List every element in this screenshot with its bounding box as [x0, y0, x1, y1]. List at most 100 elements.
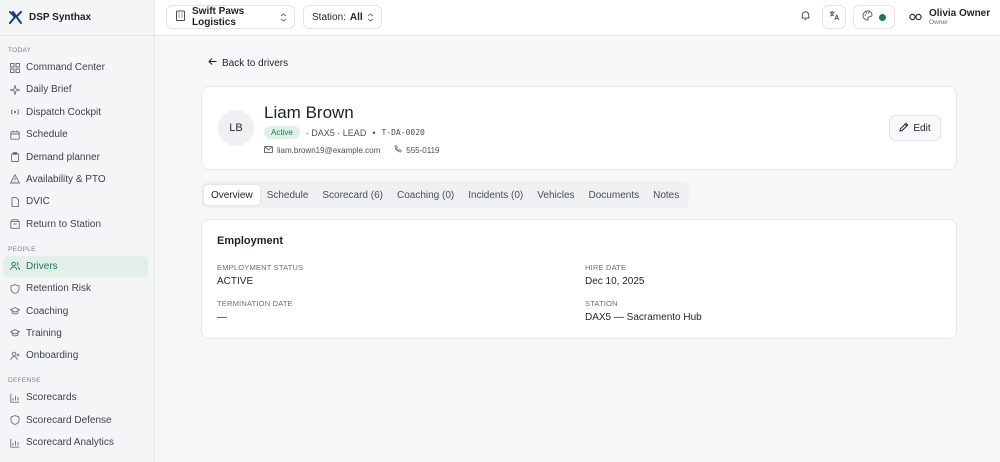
sidebar-item-availability[interactable]: Availability & PTO — [3, 169, 148, 190]
station-label: Station: — [312, 11, 346, 23]
file-icon — [10, 196, 20, 207]
sidebar-item-daily-brief[interactable]: Daily Brief — [3, 79, 148, 100]
chevron-up-down-icon — [367, 12, 374, 22]
org-select[interactable]: Swift Paws Logistics — [166, 5, 295, 29]
bullet-separator: • — [372, 127, 376, 138]
sidebar-item-drivers[interactable]: Drivers — [3, 255, 148, 277]
sidebar-item-training[interactable]: Training — [3, 323, 148, 344]
calendar-icon — [10, 130, 20, 140]
graduation-icon — [10, 306, 20, 316]
driver-name: Liam Brown — [264, 103, 354, 122]
user-menu[interactable]: Olivia Owner Owner — [909, 5, 990, 29]
tab-scorecard[interactable]: Scorecard (6) — [315, 185, 390, 205]
brand[interactable]: DSP Synthax — [0, 0, 154, 36]
sidebar-item-label: Retention Risk — [26, 283, 92, 295]
sidebar: DSP Synthax TODAY Command Center Daily B… — [0, 0, 155, 462]
user-role: Owner — [929, 18, 949, 26]
tab-documents[interactable]: Documents — [582, 185, 647, 205]
mail-icon — [264, 145, 273, 155]
sidebar-item-label: Onboarding — [26, 350, 79, 362]
edit-button[interactable]: Edit — [889, 115, 941, 141]
driver-phone[interactable]: 555-0119 — [406, 146, 439, 155]
grid-icon — [10, 62, 20, 73]
theme-status-button[interactable] — [853, 5, 895, 29]
sidebar-item-schedule[interactable]: Schedule — [3, 124, 148, 145]
sidebar-item-label: Daily Brief — [26, 84, 72, 96]
sidebar-item-command-center[interactable]: Command Center — [3, 57, 148, 78]
hire-date-value: Dec 10, 2025 — [585, 276, 645, 287]
sidebar-item-label: Command Center — [26, 62, 105, 73]
driver-id: T-DA-0020 — [381, 128, 425, 137]
station-select[interactable]: Station: All — [303, 5, 382, 29]
driver-email[interactable]: liam.brown19@example.com — [277, 146, 380, 155]
graduation-icon — [10, 328, 20, 338]
pencil-icon — [899, 122, 909, 135]
sidebar-item-label: Training — [26, 327, 62, 339]
driver-profile-card: LB Liam Brown Active · DAX5 · LEAD • T-D… — [201, 86, 957, 170]
clipboard-icon — [10, 152, 20, 163]
station-field-value: DAX5 — Sacramento Hub — [585, 312, 702, 323]
sidebar-item-scorecard-defense[interactable]: Scorecard Defense — [3, 410, 148, 431]
sidebar-item-label: Dispatch Cockpit — [26, 106, 102, 118]
translate-icon — [829, 8, 840, 26]
section-title: Employment — [217, 235, 284, 247]
building-icon — [175, 10, 186, 24]
language-button[interactable] — [822, 5, 846, 29]
nav-section-defense: DEFENSE — [8, 377, 41, 385]
sidebar-item-return-to-station[interactable]: Return to Station — [3, 214, 148, 235]
tab-incidents[interactable]: Incidents (0) — [461, 185, 530, 205]
user-name: Olivia Owner — [929, 7, 991, 19]
sidebar-item-label: Demand planner — [26, 151, 100, 163]
employment-card: Employment EMPLOYMENT STATUS ACTIVE HIRE… — [201, 219, 957, 339]
brand-name: DSP Synthax — [29, 12, 92, 23]
arrow-left-icon — [208, 57, 217, 69]
tab-overview[interactable]: Overview — [204, 185, 260, 205]
users-icon — [10, 261, 20, 271]
sidebar-item-scorecards[interactable]: Scorecards — [3, 387, 148, 408]
sidebar-item-dvic[interactable]: DVIC — [3, 191, 148, 212]
back-to-drivers-link[interactable]: Back to drivers — [208, 57, 288, 69]
brand-logo-icon — [9, 11, 22, 24]
sidebar-item-label: Scorecards — [26, 392, 77, 404]
sparkles-icon — [10, 84, 20, 95]
back-link-label: Back to drivers — [222, 57, 289, 69]
tab-notes[interactable]: Notes — [646, 185, 686, 205]
station-value: All — [349, 11, 363, 23]
nav-section-today: TODAY — [8, 47, 32, 54]
sidebar-item-label: Availability & PTO — [26, 173, 106, 185]
hire-date-label: HIRE DATE — [585, 263, 627, 272]
radio-icon — [10, 107, 20, 117]
termination-date-label: TERMINATION DATE — [217, 299, 293, 308]
top-bar: Swift Paws Logistics Station: All Olivia… — [155, 0, 1000, 36]
infinity-icon — [909, 8, 922, 26]
sidebar-item-onboarding[interactable]: Onboarding — [3, 345, 148, 366]
palette-icon — [862, 8, 873, 26]
sidebar-item-scorecard-analytics[interactable]: Scorecard Analytics — [3, 432, 148, 453]
sidebar-item-coaching[interactable]: Coaching — [3, 301, 148, 322]
sidebar-item-label: Coaching — [26, 305, 69, 317]
notifications-button[interactable] — [796, 5, 814, 29]
user-plus-icon — [10, 351, 20, 361]
profile-tabs: Overview Schedule Scorecard (6) Coaching… — [201, 182, 690, 208]
sidebar-item-demand-planner[interactable]: Demand planner — [3, 147, 148, 168]
sidebar-item-dispatch-cockpit[interactable]: Dispatch Cockpit — [3, 102, 148, 123]
status-badge: Active — [264, 126, 300, 139]
warning-icon — [10, 174, 20, 184]
sidebar-item-label: Drivers — [26, 260, 58, 272]
box-icon — [10, 219, 20, 229]
phone-icon — [394, 145, 402, 155]
bar-chart-icon — [10, 393, 20, 403]
nav-section-people: PEOPLE — [8, 245, 36, 253]
bar-chart-icon — [10, 438, 20, 448]
employment-status-label: EMPLOYMENT STATUS — [217, 263, 304, 272]
sidebar-item-label: Scorecard Analytics — [26, 437, 114, 449]
tab-coaching[interactable]: Coaching (0) — [390, 185, 461, 205]
sidebar-item-label: Return to Station — [26, 218, 102, 230]
shield-icon — [10, 283, 20, 294]
tab-schedule[interactable]: Schedule — [260, 185, 316, 205]
tab-vehicles[interactable]: Vehicles — [530, 185, 581, 205]
edit-button-label: Edit — [913, 122, 931, 134]
station-field-label: STATION — [585, 299, 618, 308]
sidebar-item-retention-risk[interactable]: Retention Risk — [3, 278, 148, 299]
sidebar-item-label: Scorecard Defense — [26, 414, 112, 426]
